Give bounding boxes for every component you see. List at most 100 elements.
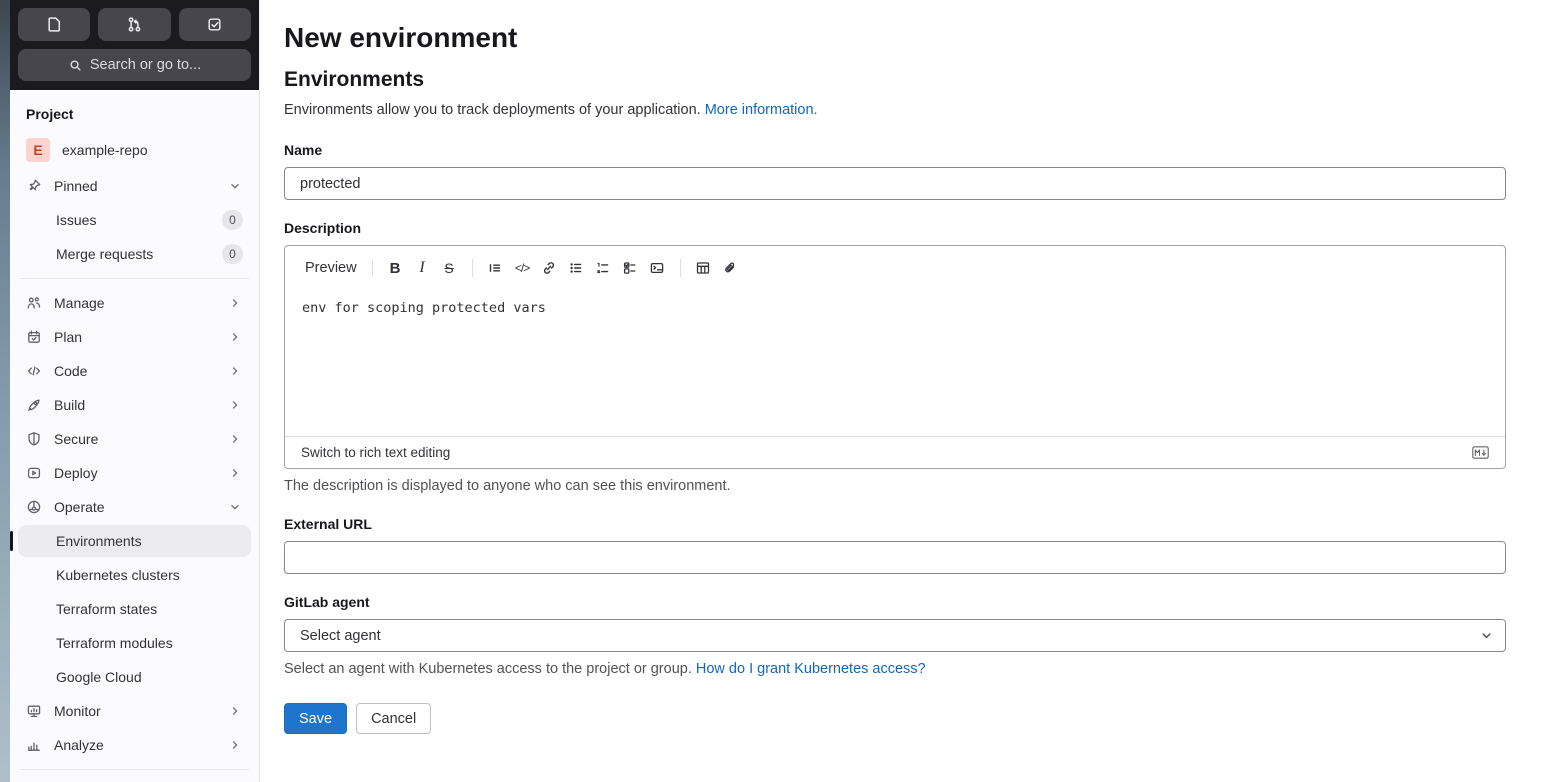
sidebar-item-label: Merge requests bbox=[56, 246, 154, 262]
sidebar: Search or go to... Project E example-rep… bbox=[10, 0, 260, 782]
sidebar-item-merge-requests[interactable]: Merge requests 0 bbox=[18, 238, 251, 270]
collapsible-section-button[interactable] bbox=[644, 256, 671, 280]
sidebar-item-label: Monitor bbox=[54, 703, 101, 719]
sidebar-item-label: Pinned bbox=[54, 178, 98, 194]
rocket-icon bbox=[26, 397, 42, 413]
agent-help-text: Select an agent with Kubernetes access t… bbox=[284, 661, 926, 677]
sidebar-section-label: Project bbox=[26, 106, 74, 122]
italic-button[interactable]: I bbox=[409, 256, 436, 280]
todos-shortcut-button[interactable] bbox=[178, 8, 251, 41]
gitlab-agent-label: GitLab agent bbox=[284, 594, 370, 610]
sidebar-item-label: Code bbox=[54, 363, 88, 379]
form-actions: Save Cancel bbox=[284, 703, 1506, 734]
sidebar-item-code[interactable]: Code bbox=[18, 355, 251, 387]
sidebar-item-manage[interactable]: Manage bbox=[18, 287, 251, 319]
name-label: Name bbox=[284, 142, 323, 158]
description-textarea[interactable]: env for scoping protected vars bbox=[285, 288, 1505, 436]
merge-requests-count-badge: 0 bbox=[222, 244, 243, 264]
issues-count-badge: 0 bbox=[222, 210, 243, 230]
operate-icon bbox=[26, 499, 42, 515]
sidebar-divider bbox=[20, 278, 249, 279]
strikethrough-button[interactable]: S bbox=[436, 256, 463, 280]
sidebar-item-monitor[interactable]: Monitor bbox=[18, 695, 251, 727]
sidebar-topbar: Search or go to... bbox=[10, 0, 259, 90]
chevron-right-icon bbox=[227, 329, 243, 345]
sidebar-item-label: Kubernetes clusters bbox=[56, 567, 180, 583]
chevron-down-icon bbox=[1479, 628, 1494, 643]
sidebar-item-terraform-states[interactable]: Terraform states bbox=[18, 593, 251, 625]
code-icon bbox=[26, 363, 42, 379]
sidebar-project-row[interactable]: E example-repo bbox=[18, 132, 251, 168]
section-title: Environments bbox=[284, 68, 425, 91]
merge-requests-shortcut-button[interactable] bbox=[98, 8, 171, 41]
shield-icon bbox=[26, 431, 42, 447]
sidebar-item-terraform-modules[interactable]: Terraform modules bbox=[18, 627, 251, 659]
chevron-right-icon bbox=[227, 431, 243, 447]
chevron-right-icon bbox=[227, 465, 243, 481]
attach-file-button[interactable] bbox=[717, 256, 744, 280]
agent-select-value: Select agent bbox=[300, 627, 381, 644]
name-field-group: Name bbox=[284, 142, 1506, 200]
toolbar-divider bbox=[679, 259, 681, 277]
markdown-icon bbox=[1472, 446, 1489, 459]
save-button[interactable]: Save bbox=[284, 703, 348, 734]
markdown-toolbar: Preview B I S </> bbox=[285, 246, 1505, 288]
project-avatar: E bbox=[26, 138, 50, 162]
sidebar-item-issues[interactable]: Issues 0 bbox=[18, 204, 251, 236]
sidebar-item-label: Terraform states bbox=[56, 601, 158, 617]
sidebar-item-label: Secure bbox=[54, 431, 99, 447]
description-help-text: The description is displayed to anyone w… bbox=[284, 478, 731, 494]
cancel-button[interactable]: Cancel bbox=[356, 703, 432, 734]
window-edge-strip bbox=[0, 0, 10, 782]
chevron-right-icon bbox=[227, 737, 243, 753]
chevron-right-icon bbox=[227, 397, 243, 413]
sidebar-item-label: Google Cloud bbox=[56, 669, 142, 685]
main-content: New environment Environments Environment… bbox=[260, 0, 1550, 782]
sidebar-item-operate[interactable]: Operate bbox=[18, 491, 251, 523]
sidebar-item-secure[interactable]: Secure bbox=[18, 423, 251, 455]
agent-select[interactable]: Select agent bbox=[284, 619, 1506, 652]
agent-field-group: GitLab agent Select agent Select an agen… bbox=[284, 594, 1506, 677]
search-placeholder: Search or go to... bbox=[89, 57, 202, 73]
switch-rich-text-button[interactable]: Switch to rich text editing bbox=[301, 445, 450, 460]
table-button[interactable] bbox=[690, 256, 717, 280]
bullet-list-button[interactable] bbox=[563, 256, 590, 280]
sidebar-item-label: Environments bbox=[56, 533, 142, 549]
chevron-right-icon bbox=[227, 703, 243, 719]
external-url-input[interactable] bbox=[284, 541, 1506, 574]
project-name: example-repo bbox=[62, 142, 148, 158]
sidebar-item-kubernetes-clusters[interactable]: Kubernetes clusters bbox=[18, 559, 251, 591]
numbered-list-button[interactable] bbox=[590, 256, 617, 280]
sidebar-item-deploy[interactable]: Deploy bbox=[18, 457, 251, 489]
preview-button[interactable]: Preview bbox=[299, 260, 363, 276]
sidebar-item-plan[interactable]: Plan bbox=[18, 321, 251, 353]
task-list-button[interactable] bbox=[617, 256, 644, 280]
sidebar-item-analyze[interactable]: Analyze bbox=[18, 729, 251, 761]
sidebar-item-label: Manage bbox=[54, 295, 105, 311]
chevron-down-icon bbox=[227, 178, 243, 194]
sidebar-item-google-cloud[interactable]: Google Cloud bbox=[18, 661, 251, 693]
bold-button[interactable]: B bbox=[382, 256, 409, 280]
page-title: New environment bbox=[284, 22, 518, 53]
sidebar-item-build[interactable]: Build bbox=[18, 389, 251, 421]
search-input[interactable]: Search or go to... bbox=[18, 49, 251, 81]
chart-icon bbox=[26, 737, 42, 753]
markdown-editor: Preview B I S </> env for scoping protec… bbox=[284, 245, 1506, 469]
link-button[interactable] bbox=[536, 256, 563, 280]
name-input[interactable] bbox=[284, 167, 1506, 200]
code-button[interactable]: </> bbox=[509, 256, 536, 280]
description-field-group: Description Preview B I S </> env for sc… bbox=[284, 220, 1506, 494]
more-information-link[interactable]: More information. bbox=[705, 102, 818, 118]
sidebar-item-pinned[interactable]: Pinned bbox=[18, 170, 251, 202]
search-icon bbox=[68, 58, 83, 73]
external-url-field-group: External URL bbox=[284, 516, 1506, 574]
sidebar-item-environments[interactable]: Environments bbox=[10, 525, 251, 557]
issues-icon bbox=[46, 16, 63, 33]
sidebar-item-label: Deploy bbox=[54, 465, 98, 481]
quote-button[interactable] bbox=[482, 256, 509, 280]
description-label: Description bbox=[284, 220, 362, 236]
sidebar-nav: Project E example-repo Pinned Issues 0 M… bbox=[10, 90, 259, 782]
intro-text: Environments allow you to track deployme… bbox=[284, 102, 818, 118]
issues-shortcut-button[interactable] bbox=[18, 8, 91, 41]
kubernetes-access-link[interactable]: How do I grant Kubernetes access? bbox=[696, 661, 926, 677]
